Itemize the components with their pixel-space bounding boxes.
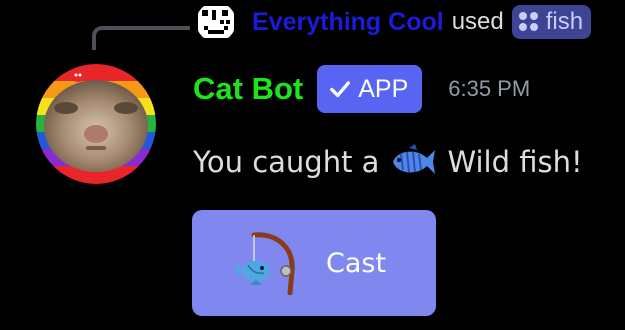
message-text-suffix: Wild fish! [447,145,583,179]
reply-user-name[interactable]: Everything Cool [252,8,444,37]
reply-connector [92,26,190,50]
pixel-smiley-icon [198,6,234,38]
fishing-rod-icon [236,232,295,295]
command-icon [518,11,540,33]
fish-icon [393,144,436,174]
check-icon [330,81,351,98]
message-content: You caught a Wild fish! [193,138,583,186]
author-name[interactable]: Cat Bot [193,71,303,107]
cast-button[interactable]: Cast [192,210,436,316]
timestamp[interactable]: 6:35 PM [448,76,530,102]
cat-avatar-image [36,64,156,184]
reply-header: Everything Cool used fish [196,2,592,42]
message-text-prefix: You caught a [193,145,380,179]
app-badge-label: APP [358,74,409,103]
avatar[interactable] [36,64,156,184]
reply-used-text: used [451,8,504,35]
cast-button-label: Cast [326,247,387,279]
reply-avatar[interactable] [196,2,236,42]
app-badge: APP [317,65,423,113]
message-header: Cat Bot APP 6:35 PM [193,64,530,114]
command-name: fish [545,8,584,35]
command-mention[interactable]: fish [511,5,592,39]
